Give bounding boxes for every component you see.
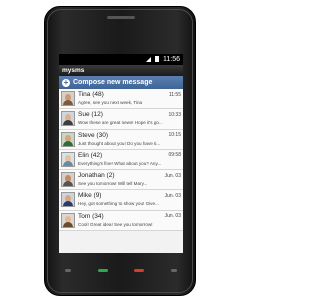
hardware-buttons — [65, 264, 177, 276]
phone-earpiece — [107, 16, 135, 19]
message-preview: Everything's fine! What about you? Any..… — [78, 160, 162, 166]
conversation-row[interactable]: Elin (42) 09:58 Everything's fine! What … — [59, 149, 183, 171]
message-time: 10:15 — [168, 132, 181, 139]
conversation-row[interactable]: Mike (9) Jun. 03 Hey, got something to s… — [59, 190, 183, 211]
avatar — [61, 172, 75, 188]
avatar — [61, 111, 75, 127]
end-call-button[interactable] — [134, 268, 145, 272]
avatar — [61, 212, 75, 228]
avatar — [61, 192, 75, 208]
phone-screen: 11:56 mysms + Compose new message Tina (… — [59, 54, 183, 253]
conversation-row[interactable]: Steve (30) 10:15 Just thought about you!… — [59, 129, 183, 150]
status-time: 11:56 — [163, 56, 180, 63]
message-preview: Just thought about you! Do you have ti..… — [78, 140, 161, 146]
message-time: Jun. 03 — [164, 192, 181, 199]
contact-name: Tom (34) — [78, 212, 104, 220]
message-preview: Agree, see you next week, Tina — [78, 100, 143, 105]
message-time: 11:55 — [168, 91, 181, 98]
contact-name: Sue (12) — [78, 111, 103, 119]
app-title: mysms — [59, 65, 183, 76]
contact-name: Elin (42) — [78, 151, 103, 159]
message-preview: Cool! Great idea! See you tomorrow! — [78, 221, 153, 227]
avatar — [61, 131, 75, 147]
conversation-row[interactable]: Sue (12) 10:33 Wow these are great news!… — [59, 109, 183, 130]
compose-label: Compose new message — [73, 79, 153, 86]
conversation-row[interactable]: Tom (34) Jun. 03 Cool! Great idea! See y… — [59, 210, 183, 232]
battery-icon — [155, 56, 160, 63]
call-button[interactable] — [97, 268, 108, 272]
message-preview: Wow these are great news! Hope it's go..… — [78, 120, 163, 126]
contact-name: Tina (48) — [78, 91, 104, 98]
plus-icon: + — [62, 77, 70, 87]
message-preview: Hey, got something to show you! Give... — [78, 201, 159, 207]
conversation-row[interactable]: Jonathan (2) Jun. 03 See you tomorrow! W… — [59, 170, 183, 191]
back-button[interactable] — [170, 268, 177, 272]
signal-icon — [146, 56, 152, 62]
conversation-list: Tina (48) 11:55 Agree, see you next week… — [59, 89, 183, 232]
message-time: 09:58 — [168, 152, 181, 159]
message-time: Jun. 03 — [164, 172, 181, 179]
message-time: Jun. 03 — [164, 213, 181, 220]
status-bar: 11:56 — [59, 54, 183, 65]
message-preview: See you tomorrow! Will tell Mary... — [78, 181, 148, 187]
contact-name: Mike (9) — [78, 192, 102, 200]
compose-button[interactable]: + Compose new message — [59, 76, 183, 89]
avatar — [61, 151, 75, 167]
message-time: 10:33 — [168, 111, 181, 118]
phone-frame: 11:56 mysms + Compose new message Tina (… — [44, 6, 196, 296]
contact-name: Jonathan (2) — [78, 172, 115, 180]
conversation-row[interactable]: Tina (48) 11:55 Agree, see you next week… — [59, 89, 183, 110]
contact-name: Steve (30) — [78, 131, 108, 139]
avatar — [61, 91, 75, 106]
menu-button[interactable] — [65, 268, 71, 272]
